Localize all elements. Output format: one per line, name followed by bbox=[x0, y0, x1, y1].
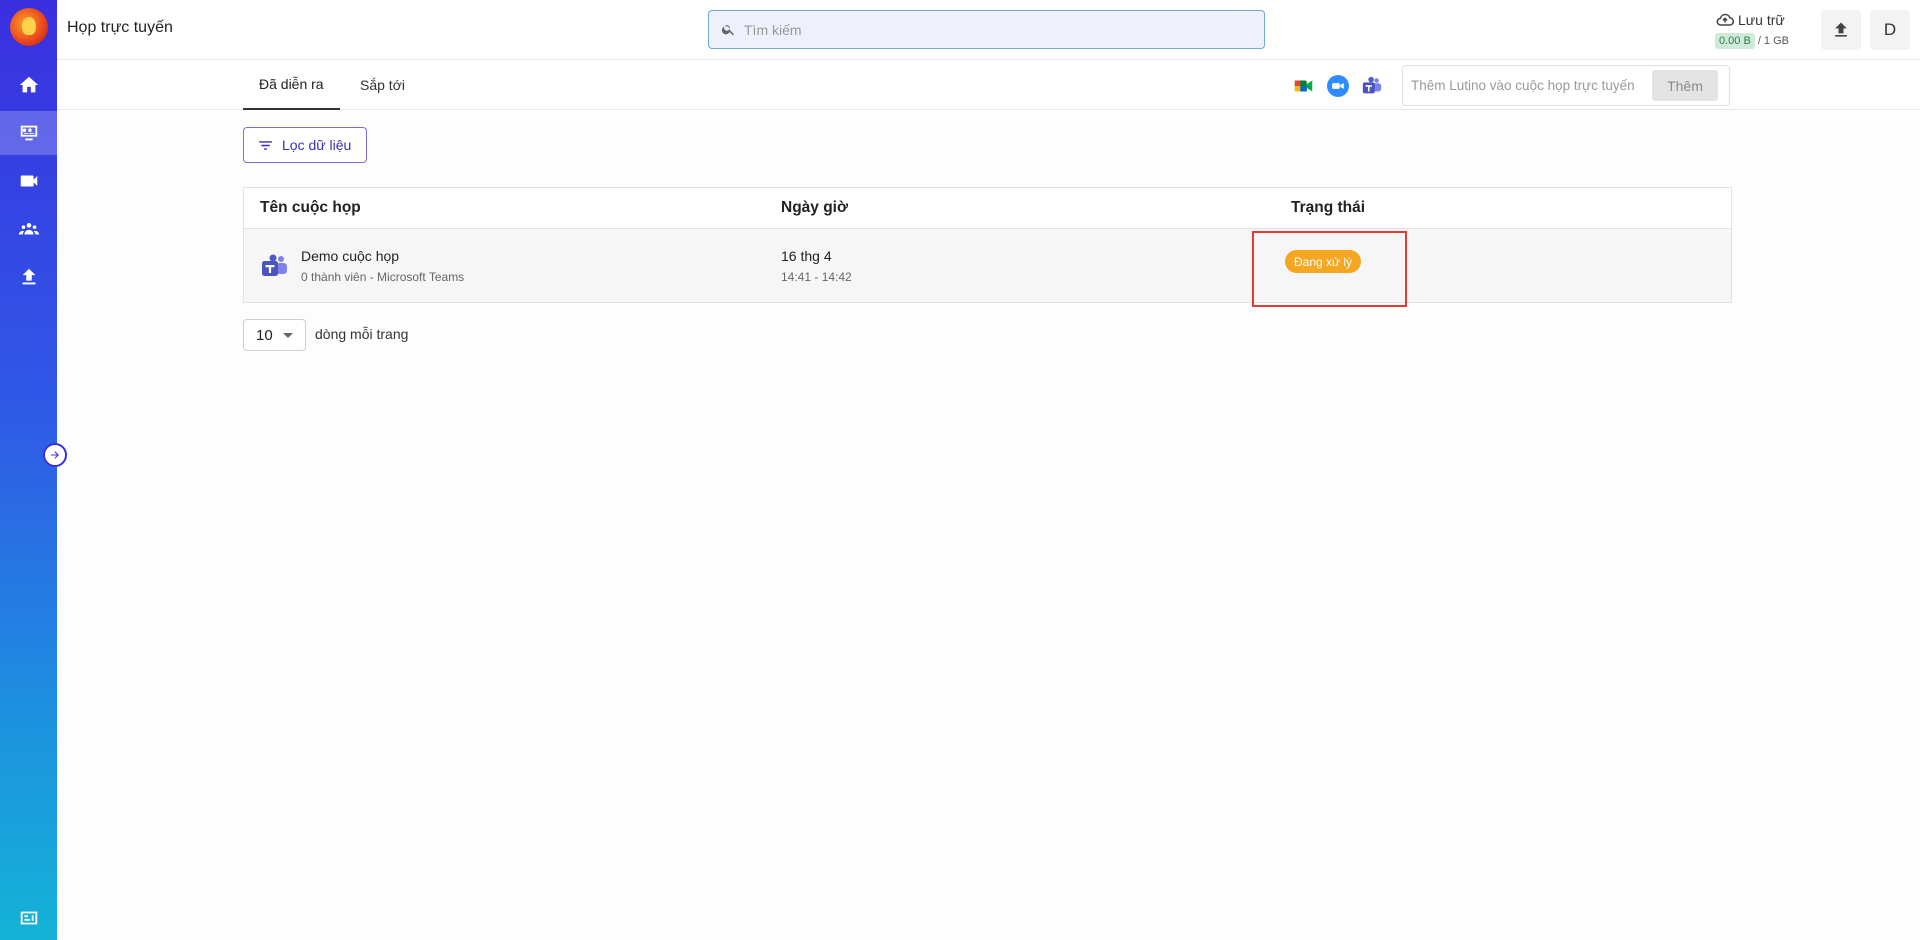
sidebar-item-home[interactable] bbox=[0, 63, 57, 107]
table-header: Tên cuộc họp Ngày giờ Trạng thái bbox=[244, 188, 1731, 229]
meeting-name[interactable]: Demo cuộc họp bbox=[301, 248, 399, 264]
meetings-table: Tên cuộc họp Ngày giờ Trạng thái Demo cu… bbox=[243, 187, 1732, 303]
search-icon bbox=[721, 25, 734, 36]
sidebar-expand-button[interactable] bbox=[43, 443, 67, 467]
storage-used: 0.00 B bbox=[1715, 33, 1755, 49]
people-icon bbox=[18, 223, 39, 235]
zoom-icon[interactable] bbox=[1327, 75, 1349, 97]
filter-label: Lọc dữ liệu bbox=[282, 137, 352, 153]
meeting-link-input[interactable] bbox=[1403, 78, 1648, 93]
meeting-icon bbox=[20, 125, 37, 141]
cloud-upload-icon bbox=[1716, 13, 1735, 26]
meeting-subtitle: 0 thành viên - Microsoft Teams bbox=[301, 270, 465, 284]
rows-per-page-label: dòng mỗi trang bbox=[315, 326, 409, 342]
column-header-datetime: Ngày giờ bbox=[781, 199, 849, 216]
top-bar: Họp trực tuyến Lưu trữ 0.00 B / 1 GB D bbox=[57, 0, 1920, 60]
sidebar bbox=[0, 0, 57, 940]
tab-upcoming[interactable]: Sắp tới bbox=[344, 60, 421, 110]
storage-total: / 1 GB bbox=[1757, 35, 1789, 47]
search-box[interactable] bbox=[708, 10, 1265, 49]
sidebar-item-video[interactable] bbox=[0, 159, 57, 203]
upload-icon bbox=[1835, 22, 1847, 37]
filter-icon bbox=[259, 140, 272, 150]
home-icon bbox=[19, 76, 38, 93]
teams-icon bbox=[262, 254, 287, 276]
storage-label: Lưu trữ bbox=[1738, 12, 1785, 28]
arrow-right-icon bbox=[51, 451, 59, 459]
teams-icon[interactable] bbox=[1361, 75, 1383, 97]
avatar-initial: D bbox=[1883, 20, 1897, 39]
column-header-status: Trạng thái bbox=[1291, 199, 1366, 216]
upload-button[interactable] bbox=[1821, 10, 1861, 50]
tab-label: Sắp tới bbox=[360, 77, 405, 93]
filter-button[interactable]: Lọc dữ liệu bbox=[243, 127, 367, 163]
status-badge: Đang xử lý bbox=[1285, 250, 1362, 273]
search-input[interactable] bbox=[744, 21, 1224, 38]
billing-icon bbox=[20, 911, 37, 925]
sidebar-item-upload[interactable] bbox=[0, 255, 57, 299]
app-logo[interactable] bbox=[10, 8, 48, 46]
rows-per-page-select[interactable]: 10 bbox=[243, 319, 306, 351]
add-meeting-box: Thêm bbox=[1402, 65, 1730, 106]
meeting-time: 14:41 - 14:42 bbox=[781, 270, 852, 284]
tab-past[interactable]: Đã diễn ra bbox=[243, 60, 340, 110]
upload-icon bbox=[22, 268, 35, 285]
tab-label: Đã diễn ra bbox=[259, 76, 324, 92]
table-row[interactable]: Demo cuộc họp 0 thành viên - Microsoft T… bbox=[244, 229, 1731, 302]
chevron-down-icon bbox=[283, 333, 293, 338]
column-header-name: Tên cuộc họp bbox=[260, 199, 361, 216]
rows-per-page-value: 10 bbox=[256, 326, 273, 344]
sidebar-item-billing[interactable] bbox=[0, 896, 57, 940]
storage-indicator[interactable]: Lưu trữ 0.00 B / 1 GB bbox=[1715, 10, 1815, 49]
app-root: Họp trực tuyến Lưu trữ 0.00 B / 1 GB D Đ… bbox=[0, 0, 1920, 940]
page-title: Họp trực tuyến bbox=[67, 19, 173, 36]
sidebar-item-meetings[interactable] bbox=[0, 111, 57, 155]
google-meet-icon[interactable] bbox=[1293, 75, 1315, 97]
sidebar-item-groups[interactable] bbox=[0, 207, 57, 251]
tabs-bar: Đã diễn ra Sắp tới Thêm bbox=[57, 60, 1920, 110]
add-meeting-button[interactable]: Thêm bbox=[1652, 70, 1718, 101]
meeting-date: 16 thg 4 bbox=[781, 248, 832, 264]
user-avatar-button[interactable]: D bbox=[1870, 10, 1910, 50]
video-icon bbox=[20, 175, 37, 187]
